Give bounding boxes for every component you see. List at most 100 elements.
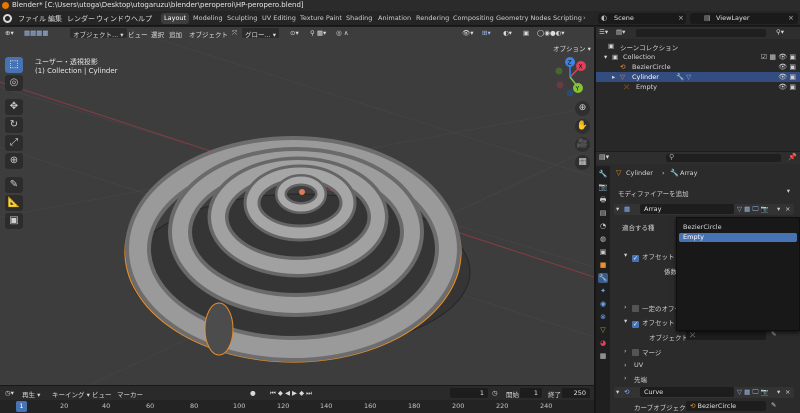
menu-render[interactable]: レンダー xyxy=(67,14,95,24)
zoom-icon[interactable]: ⊕ xyxy=(575,101,590,116)
particles-tab-icon[interactable]: ✦ xyxy=(598,286,608,296)
modifier-toggle-icons[interactable]: ▽ ▦ 🖵 📷 xyxy=(737,205,769,214)
expand-chevron-icon[interactable]: › xyxy=(624,303,627,311)
scene-close-icon[interactable]: × xyxy=(678,14,684,22)
collapse-chevron-icon[interactable]: ▾ xyxy=(616,205,619,213)
eyedropper-icon[interactable]: ✎ xyxy=(771,330,776,338)
expand-chevron-icon[interactable]: ▾ xyxy=(624,317,627,325)
physics-tab-icon[interactable]: ◉ xyxy=(598,299,608,309)
expand-chevron-icon[interactable]: ▾ xyxy=(624,251,627,259)
outliner-scene-collection[interactable]: ▣ シーンコレクション xyxy=(596,41,800,52)
curve-object-field[interactable]: ⟲ BezierCircle xyxy=(686,401,766,411)
modifier-tab-icon[interactable]: 🔧 xyxy=(598,273,608,283)
preview-range-icon[interactable]: ◷ xyxy=(492,389,498,397)
playback-controls-icon[interactable]: ⏮ ◆ ◀ ▶ ◆ ⏭ xyxy=(270,389,312,398)
data-tab-icon[interactable]: ▽ xyxy=(598,325,608,335)
modifier-remove-icon[interactable]: × xyxy=(785,205,790,213)
visibility-icon[interactable]: 👁▾ xyxy=(462,29,474,37)
expand-chevron-icon[interactable]: › xyxy=(624,374,627,382)
texture-tab-icon[interactable]: ▦ xyxy=(598,351,608,361)
expand-chevron-icon[interactable]: ▸ xyxy=(612,73,615,81)
tab-geometry-nodes[interactable]: Geometry Nodes xyxy=(493,13,554,24)
area-divider[interactable] xyxy=(594,27,596,413)
add-modifier-button[interactable]: モディファイアーを追加 ▾ xyxy=(614,187,794,198)
menu-file[interactable]: ファイル xyxy=(18,14,46,24)
timeline-ruler[interactable]: 1 20 40 60 80 100 120 140 160 180 200 22… xyxy=(0,400,594,413)
scale-tool-icon[interactable]: ⤢ xyxy=(5,135,23,151)
caps-row[interactable]: › 先端 xyxy=(614,373,794,384)
tab-sculpting[interactable]: Sculpting xyxy=(224,13,260,24)
object-tab-icon[interactable]: ■ xyxy=(598,260,608,270)
properties-editor-icon[interactable]: ▤▾ xyxy=(599,153,609,161)
timeline-editor-icon[interactable]: ◷▾ xyxy=(5,389,14,397)
playback-menu[interactable]: 再生 ▾ xyxy=(22,389,40,399)
modifier-menu-chevron-icon[interactable]: ▾ xyxy=(777,205,780,213)
collapse-chevron-icon[interactable]: ▾ xyxy=(616,388,619,396)
tab-modeling[interactable]: Modeling xyxy=(190,13,226,24)
collection-visibility-icons[interactable]: ☑ ▦ 👁 ▣ xyxy=(761,53,796,61)
current-frame-marker[interactable]: 1 xyxy=(16,401,27,412)
merge-checkbox[interactable]: マージ xyxy=(632,347,661,357)
properties-search-input[interactable] xyxy=(666,154,781,162)
xray-icon[interactable]: ▣ xyxy=(523,29,529,37)
marker-menu[interactable]: マーカー xyxy=(117,389,143,399)
navigation-gizmo[interactable]: X Y Z xyxy=(555,57,587,97)
merge-row[interactable]: › マージ xyxy=(614,346,794,357)
view-menu[interactable]: ビュー xyxy=(92,389,112,399)
dropdown-item-beziercircle[interactable]: BezierCircle xyxy=(679,223,797,232)
tab-compositing[interactable]: Compositing xyxy=(450,13,497,24)
view-layer-close-icon[interactable]: × xyxy=(788,14,794,22)
tab-rendering[interactable]: Rendering xyxy=(413,13,452,24)
outliner-search-input[interactable] xyxy=(636,29,766,37)
uv-row[interactable]: › UV xyxy=(614,360,794,371)
gizmo-toggle-icon[interactable]: ⊞▾ xyxy=(482,29,491,37)
tab-layout[interactable]: Layout xyxy=(161,13,190,24)
blender-menu-icon[interactable] xyxy=(3,14,12,23)
camera-view-icon[interactable]: 🎥 xyxy=(575,137,590,152)
constraints-tab-icon[interactable]: ⊗ xyxy=(598,312,608,322)
ortho-toggle-icon[interactable]: ▦ xyxy=(575,155,590,170)
annotate-tool-icon[interactable]: ✎ xyxy=(5,177,23,193)
expand-chevron-icon[interactable]: ▾ xyxy=(604,53,607,61)
snap-icon[interactable]: ⚲ ▦▾ xyxy=(310,29,326,37)
end-frame-field[interactable]: 250 xyxy=(562,388,590,398)
curve-modifier-name-field[interactable]: Curve xyxy=(640,387,734,397)
3d-viewport[interactable]: X Y Z ⊕▾ ▦▦▦▦ オブジェクト... ▾ ビュー 選択 追加 オブジェ… xyxy=(0,27,594,385)
outliner-editor-icon[interactable]: ☰▾ xyxy=(599,28,608,36)
menu-help[interactable]: ヘルプ xyxy=(131,14,152,24)
tab-texture-paint[interactable]: Texture Paint xyxy=(297,13,345,24)
pivot-icon[interactable]: ⊙▾ xyxy=(290,29,299,37)
tab-animation[interactable]: Animation xyxy=(375,13,414,24)
empty-visibility-icons[interactable]: 👁 ▣ xyxy=(778,83,796,91)
modifier-remove-icon[interactable]: × xyxy=(785,388,790,396)
select-mode-icons[interactable]: ▦▦▦▦ xyxy=(24,29,49,37)
outliner-collection-row[interactable]: ▾ ▣ Collection ☑ ▦ 👁 ▣ xyxy=(596,52,800,62)
material-tab-icon[interactable]: ◕ xyxy=(598,338,608,348)
view-layer-tab-icon[interactable]: ▤ xyxy=(598,208,608,218)
dropdown-item-empty[interactable]: Empty xyxy=(679,233,797,242)
outliner-row-empty[interactable]: ⤫ Empty 👁 ▣ xyxy=(596,82,800,92)
offset-object-field[interactable]: ⤫ xyxy=(686,330,766,340)
output-tab-icon[interactable]: 🖶 xyxy=(598,195,608,205)
collection-tab-icon[interactable]: ▣ xyxy=(598,247,608,257)
cylinder-visibility-icons[interactable]: 👁 ▣ xyxy=(778,73,796,81)
cursor-tool-icon[interactable]: ◎ xyxy=(5,75,23,91)
array-modifier-name-field[interactable]: Array xyxy=(640,204,734,214)
workspace-scroll-right-icon[interactable]: › xyxy=(583,14,586,22)
display-mode-icon[interactable]: ▤▾ xyxy=(616,28,625,36)
measure-tool-icon[interactable]: 📐 xyxy=(5,195,23,211)
current-frame-field[interactable]: 1 xyxy=(450,388,488,398)
keying-menu[interactable]: キーイング ▾ xyxy=(52,389,90,399)
options-dropdown[interactable]: オプション ▾ xyxy=(553,43,591,53)
beziercircle-visibility-icons[interactable]: 👁 ▣ xyxy=(778,63,796,71)
view-menu[interactable]: ビュー xyxy=(128,29,148,39)
move-tool-icon[interactable]: ✥ xyxy=(5,99,23,115)
scene-selector[interactable] xyxy=(598,13,686,24)
eyedropper-icon[interactable]: ✎ xyxy=(771,401,776,409)
tab-uv-editing[interactable]: UV Editing xyxy=(259,13,299,24)
expand-chevron-icon[interactable]: › xyxy=(624,347,627,355)
modifier-menu-chevron-icon[interactable]: ▾ xyxy=(777,388,780,396)
render-tab-icon[interactable]: 📷 xyxy=(598,182,608,192)
overlay-icon[interactable]: ◐▾ xyxy=(503,29,512,37)
scene-tab-icon[interactable]: ◔ xyxy=(598,221,608,231)
